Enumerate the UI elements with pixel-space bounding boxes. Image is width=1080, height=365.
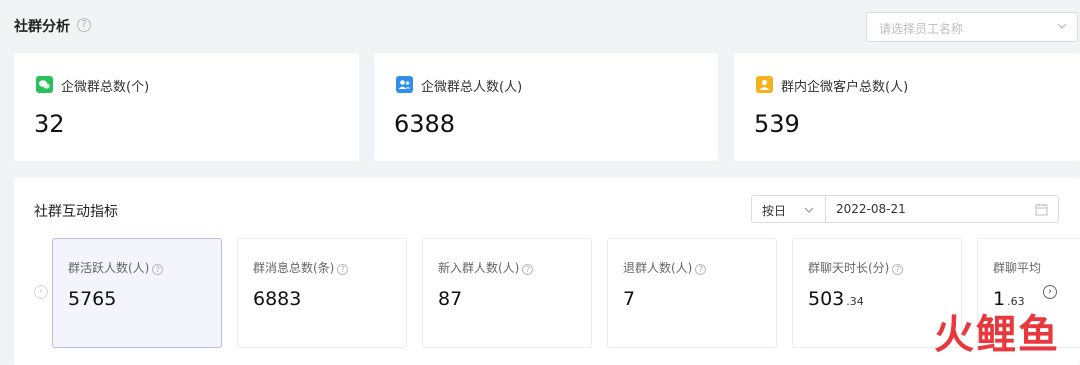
chevron-down-icon [1057, 23, 1067, 29]
help-icon[interactable]: ? [522, 264, 534, 275]
metric-card-messages[interactable]: 群消息总数(条)? 6883 [237, 238, 407, 348]
granularity-value: 按日 [762, 204, 787, 218]
stat-label: 企微群总人数(人) [421, 80, 523, 95]
metric-label: 群消息总数(条) [253, 261, 335, 275]
stat-card-customer-count: 群内企微客户总数(人) 539 [734, 53, 1080, 161]
metric-decimal: .34 [846, 295, 864, 308]
date-value: 2022-08-21 [836, 202, 906, 216]
watermark-logo: 火鲤鱼 [934, 312, 1060, 358]
metric-value: 87 [438, 288, 463, 310]
metric-label: 群聊平均 [993, 261, 1042, 275]
metrics-carousel: 群活跃人数(人)? 5765 群消息总数(条)? 6883 新入群人数(人)? … [52, 236, 1080, 349]
carousel-prev-button[interactable]: ‹ [34, 285, 48, 299]
help-icon[interactable]: ? [695, 264, 707, 275]
employee-select-placeholder: 请选择员工名称 [879, 22, 964, 36]
customer-icon [756, 76, 773, 93]
help-icon[interactable]: ? [337, 264, 349, 275]
metric-label: 群活跃人数(人) [68, 261, 150, 275]
group-members-icon [396, 76, 413, 93]
wechat-group-icon [36, 76, 53, 93]
stat-value: 539 [754, 110, 800, 138]
metric-label: 群聊天时长(分) [808, 261, 890, 275]
interaction-panel: 社群互动指标 按日 2022-08-21 ‹ 群活跃人数(人)? 5765 群消… [14, 178, 1080, 365]
stat-card-group-count: 企微群总数(个) 32 [14, 53, 359, 161]
carousel-next-button[interactable]: › [1043, 285, 1057, 299]
metric-value: 6883 [253, 288, 302, 310]
metric-label: 新入群人数(人) [438, 261, 520, 275]
date-picker[interactable]: 2022-08-21 [825, 195, 1059, 223]
metric-label: 退群人数(人) [623, 261, 693, 275]
stat-label: 群内企微客户总数(人) [781, 80, 909, 95]
page-header: 社群分析 ? 请选择员工名称 [0, 0, 1080, 52]
metric-card-left-members[interactable]: 退群人数(人)? 7 [607, 238, 777, 348]
metric-value: 503 [808, 288, 845, 310]
metric-card-new-members[interactable]: 新入群人数(人)? 87 [422, 238, 592, 348]
stat-value: 6388 [394, 110, 456, 138]
metric-card-active-members[interactable]: 群活跃人数(人)? 5765 [52, 238, 222, 348]
panel-title: 社群互动指标 [34, 204, 118, 220]
calendar-icon [1035, 203, 1048, 216]
chevron-down-icon [804, 207, 814, 213]
stat-label: 企微群总数(个) [61, 80, 150, 95]
employee-select[interactable]: 请选择员工名称 [866, 12, 1078, 42]
stat-card-member-count: 企微群总人数(人) 6388 [374, 53, 718, 161]
help-icon[interactable]: ? [152, 264, 164, 275]
page-title: 社群分析 [14, 19, 70, 35]
help-icon[interactable]: ? [892, 264, 904, 275]
stat-value: 32 [34, 110, 65, 138]
help-icon[interactable]: ? [77, 18, 91, 32]
metric-value: 5765 [68, 288, 117, 310]
metric-value: 7 [623, 288, 636, 310]
granularity-select[interactable]: 按日 [751, 195, 825, 223]
